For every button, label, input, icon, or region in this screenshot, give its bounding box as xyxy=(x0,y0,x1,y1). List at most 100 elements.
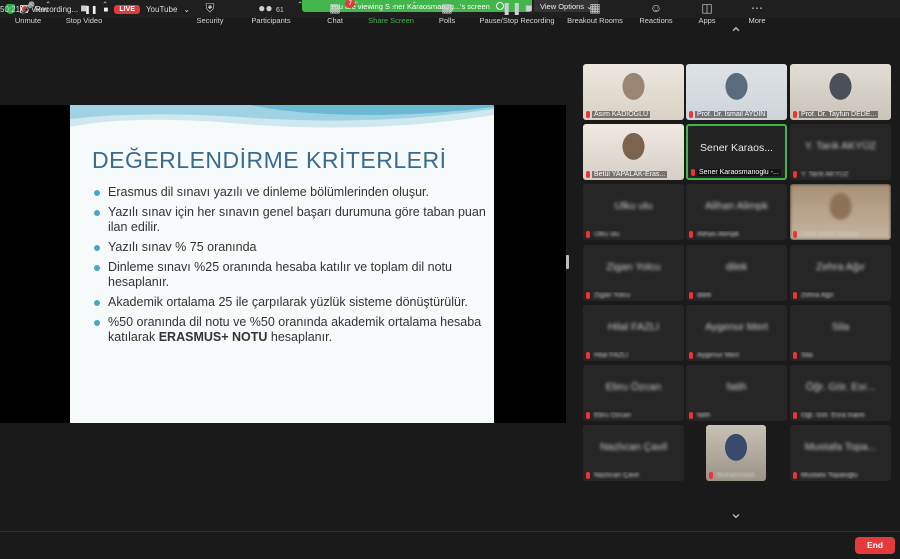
participants-count: 61 xyxy=(276,7,284,14)
breakout-rooms-grid-icon: ▦ xyxy=(589,1,601,15)
slide-bullet: Yazılı sınav % 75 oranında xyxy=(94,240,486,255)
participant-tile[interactable]: Nazlıcan Çavil Nazlıcan Çavil xyxy=(583,425,684,481)
participant-display-name: Hilal FAZLI xyxy=(607,321,660,333)
muted-mic-icon xyxy=(586,292,590,299)
participant-tile[interactable]: Dilek Kebil Akbulut xyxy=(790,184,891,240)
more-button[interactable]: ⋯ More xyxy=(744,0,770,28)
participant-name: Alihan Alimpk xyxy=(697,231,740,238)
participant-tile[interactable]: Prof. Dr. Tayfun DEDE... xyxy=(790,64,891,120)
participant-tile[interactable]: Asım KADIOGLU xyxy=(583,64,684,120)
stop-video-button[interactable]: ■ Stop Video xyxy=(60,0,108,28)
muted-mic-icon xyxy=(793,231,797,238)
muted-mic-icon xyxy=(586,111,590,118)
participant-name-label: dilek xyxy=(689,292,784,299)
muted-mic-icon xyxy=(793,111,797,118)
participant-display-name: Sila xyxy=(831,321,850,333)
participant-display-name: Y. Tarık AKYÜZ xyxy=(804,140,877,152)
participant-name: Öğr. Gör. Esra Inanlı xyxy=(801,412,865,419)
muted-mic-icon xyxy=(793,412,797,419)
security-button[interactable]: ⛨ Security xyxy=(190,0,230,28)
presentation-slide: DEĞERLENDİRME KRİTERLERİ Erasmus dil sın… xyxy=(70,105,494,423)
participant-tile[interactable]: Öğr. Gör. Esr... Öğr. Gör. Esra Inanlı xyxy=(790,365,891,421)
participant-tile[interactable]: Ulku ulu Ulku ulu xyxy=(583,184,684,240)
slide-bullet: Akademik ortalama 25 ile çarpılarak yüzl… xyxy=(94,295,486,310)
participant-tile[interactable]: Sener Karaos... Sener Karaosmanoglu -... xyxy=(686,124,787,180)
breakout-rooms-button[interactable]: ▦ Breakout Rooms xyxy=(564,0,626,28)
reactions-button[interactable]: ☺ Reactions xyxy=(636,0,676,28)
chat-button[interactable]: ▩ 7 Chat xyxy=(322,0,355,28)
participant-tile[interactable]: Zehra Ağır Zehra Ağır xyxy=(790,245,891,301)
muted-mic-icon xyxy=(793,472,797,479)
participant-name: Nazlıcan Çavil xyxy=(594,472,639,479)
muted-mic-icon xyxy=(691,169,695,176)
microphone-muted-icon: 🎤 xyxy=(20,1,36,15)
participant-name-label: Ebru Özcan xyxy=(586,412,681,419)
muted-mic-icon xyxy=(586,412,590,419)
participant-tile[interactable]: Betül YAPALAK-Eras... xyxy=(583,124,684,180)
participants-options-chevron-icon[interactable]: ⌃ xyxy=(297,0,303,28)
end-meeting-button[interactable]: End xyxy=(855,537,895,554)
participant-tile[interactable]: dilek dilek xyxy=(686,245,787,301)
pause-stop-recording-button[interactable]: ❚❚ ■ Pause/Stop Recording xyxy=(476,0,558,28)
video-options-chevron-icon[interactable]: ⌃ xyxy=(102,0,108,28)
muted-mic-icon xyxy=(586,472,590,479)
slide-header-wave xyxy=(70,105,494,128)
participants-button[interactable]: ●● 61 Participants xyxy=(246,0,296,28)
participant-tile[interactable]: Y. Tarık AKYÜZ Y. Tarık AKYÜZ xyxy=(790,124,891,180)
gallery-down-chevron-icon[interactable]: ⌄ xyxy=(723,503,749,522)
participant-tile[interactable]: Zigan Yolcu Zigan Yolcu xyxy=(583,245,684,301)
participant-display-name: Ebru Özcan xyxy=(605,381,662,393)
participant-tile[interactable]: Hilal FAZLI Hilal FAZLI xyxy=(583,305,684,361)
participant-name-label: Prof. Dr. Tayfun DEDE... xyxy=(793,111,888,118)
apps-icon: ◫ xyxy=(701,1,713,15)
apps-button[interactable]: ◫ Apps xyxy=(694,0,720,28)
participant-tile[interactable]: fatih fatih xyxy=(686,365,787,421)
participant-display-name: Öğr. Gör. Esr... xyxy=(805,381,876,393)
participant-name-label: Mustafa Topaloğlu xyxy=(793,472,888,479)
participant-name-label: Sener Karaosmanoglu -... xyxy=(691,169,782,176)
participant-name-label: Zehra Ağır xyxy=(793,292,888,299)
participant-name-label: Asım KADIOGLU xyxy=(586,111,681,118)
participant-name-label: Aygenur Mert xyxy=(689,352,784,359)
slide-title: DEĞERLENDİRME KRİTERLERİ xyxy=(92,147,447,173)
polls-button[interactable]: ▩ Polls xyxy=(434,0,460,28)
participant-display-name: Sener Karaos... xyxy=(700,142,773,154)
participant-name: Zehra Ağır xyxy=(801,292,834,299)
share-screen-button[interactable]: ⬆ Share Screen xyxy=(366,0,416,28)
split-resize-handle[interactable] xyxy=(566,255,569,269)
participant-display-name: Aygenur Mert xyxy=(705,321,768,333)
muted-mic-icon xyxy=(689,292,693,299)
unmute-button[interactable]: 🎤 Unmute xyxy=(8,0,48,28)
youtube-label[interactable]: YouTube xyxy=(146,5,177,14)
participant-display-name: Mustafa Topa... xyxy=(804,441,877,453)
share-options-chevron-icon[interactable]: ⌃ xyxy=(411,0,417,28)
live-badge[interactable]: LIVE xyxy=(114,4,140,14)
security-shield-icon: ⛨ xyxy=(205,1,215,15)
muted-mic-icon xyxy=(689,111,693,118)
participant-display-name: Ulku ulu xyxy=(614,200,653,212)
participant-tile[interactable]: Alihan Alimpk Alihan Alimpk xyxy=(686,184,787,240)
participant-tile[interactable]: Aygenur Mert Aygenur Mert xyxy=(686,305,787,361)
participant-tile[interactable]: Prof. Dr. İsmail AYDIN xyxy=(686,64,787,120)
participant-name: Hilal FAZLI xyxy=(594,352,629,359)
participant-display-name: Alihan Alimpk xyxy=(704,200,769,212)
participant-name-label: Muhammed Emin T... xyxy=(709,472,763,479)
audio-options-chevron-icon[interactable]: ⌃ xyxy=(45,0,51,28)
muted-mic-icon xyxy=(793,171,797,178)
participant-name-label: Betül YAPALAK-Eras... xyxy=(586,171,681,178)
chat-bubble-icon: ▩ 7 xyxy=(322,0,355,16)
participant-name-label: Hilal FAZLI xyxy=(586,352,681,359)
slide-bullet-list: Erasmus dil sınavı yazılı ve dinleme böl… xyxy=(94,185,486,350)
share-screen-arrow-icon: ⬆ xyxy=(385,1,397,15)
participant-tile[interactable]: Ebru Özcan Ebru Özcan xyxy=(583,365,684,421)
participant-name-label: Nazlıcan Çavil xyxy=(586,472,681,479)
chat-options-chevron-icon[interactable]: ⌃ xyxy=(353,0,359,28)
participant-name-label: Dilek Kebil Akbulut xyxy=(793,231,888,238)
participant-tile[interactable]: Mustafa Topa... Mustafa Topaloğlu xyxy=(790,425,891,481)
participant-tile[interactable]: Muhammed Emin T... xyxy=(706,425,766,481)
slide-bullet: Yazılı sınav için her sınavın genel başa… xyxy=(94,205,486,235)
participant-name: Asım KADIOGLU xyxy=(592,111,651,118)
muted-mic-icon xyxy=(689,412,693,419)
participant-display-name: Nazlıcan Çavil xyxy=(599,441,668,453)
participant-tile[interactable]: Sila Sila xyxy=(790,305,891,361)
